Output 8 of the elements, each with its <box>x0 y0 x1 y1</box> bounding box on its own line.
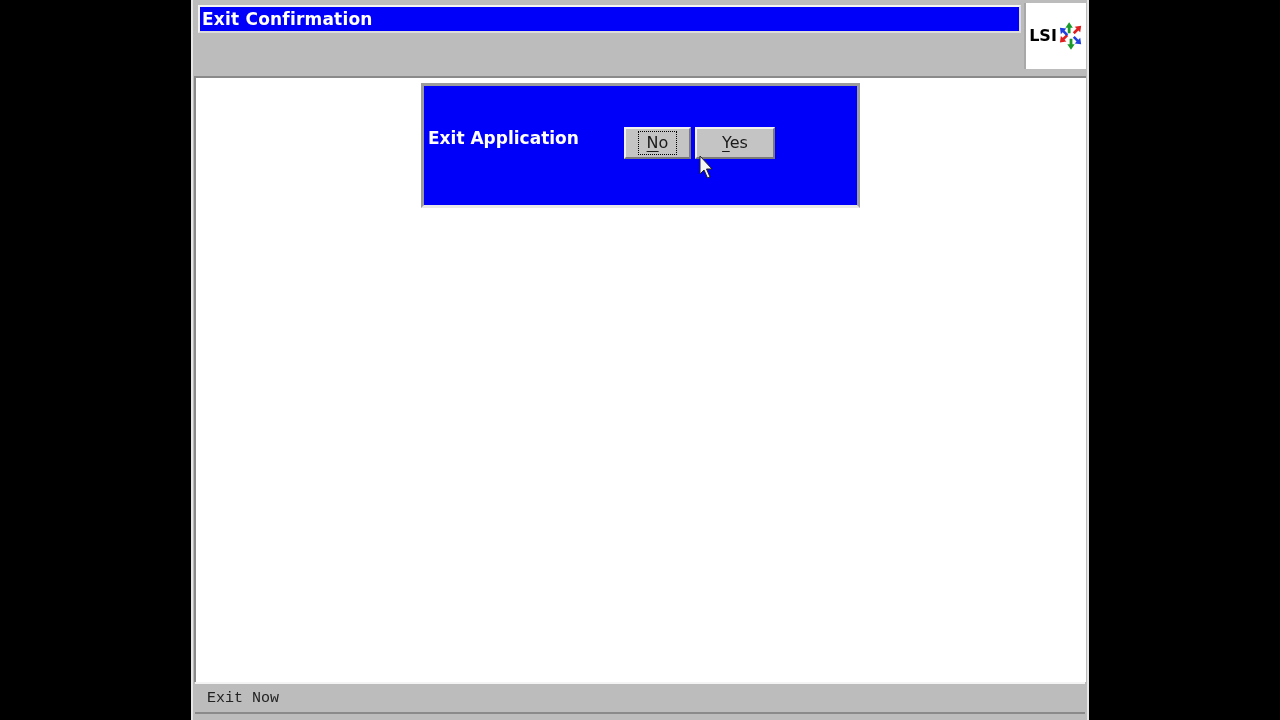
mouse-pointer-icon <box>699 155 714 179</box>
dialog-button[interactable]: No <box>624 127 691 159</box>
logo-text: LSI <box>1029 28 1057 44</box>
dialog-button[interactable]: Yes <box>695 127 775 159</box>
arrows-logo-icon <box>1058 20 1083 52</box>
status-text: Exit Now <box>207 690 279 706</box>
window-title: Exit Confirmation <box>202 10 373 28</box>
dialog-label: Exit Application <box>428 127 580 150</box>
